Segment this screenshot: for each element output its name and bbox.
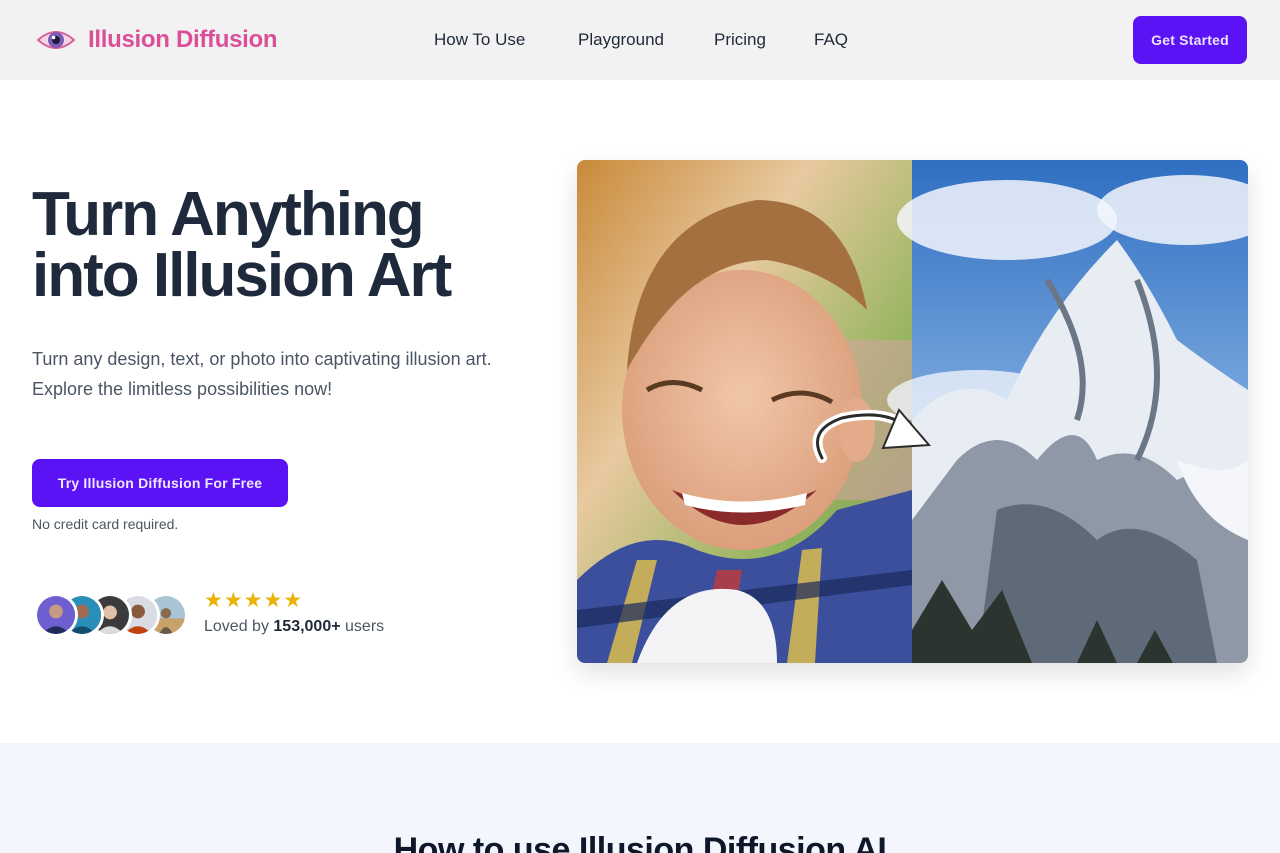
- site-header: Illusion Diffusion How To Use Playground…: [0, 0, 1280, 80]
- hero-subtitle: Turn any design, text, or photo into cap…: [32, 349, 492, 399]
- star-icon: ★: [243, 589, 263, 612]
- nav-playground[interactable]: Playground: [578, 30, 664, 50]
- get-started-button[interactable]: Get Started: [1133, 16, 1247, 64]
- no-credit-card-note: No credit card required.: [32, 516, 179, 532]
- hero-illustration: [577, 160, 1248, 663]
- section-heading: How to use Illusion Diffusion AI: [393, 831, 887, 853]
- avatar: [34, 593, 78, 637]
- user-avatars: [34, 593, 194, 637]
- hero-title: Turn Anything into Illusion Art: [32, 180, 552, 310]
- hero-title-line-1: Turn Anything: [32, 180, 425, 249]
- brand-name: Illusion Diffusion: [88, 26, 278, 53]
- star-icon: ★: [223, 589, 243, 612]
- user-count: 153,000+: [273, 618, 341, 635]
- try-free-button[interactable]: Try Illusion Diffusion For Free: [32, 459, 288, 507]
- brand-logo[interactable]: Illusion Diffusion: [36, 22, 278, 58]
- nav-faq[interactable]: FAQ: [814, 30, 848, 50]
- before-after-image: [577, 160, 1248, 663]
- star-icon: ★: [204, 589, 223, 612]
- rating-stars: ★ ★ ★ ★ ★: [204, 590, 302, 612]
- star-icon: ★: [283, 589, 303, 612]
- nav-how-to-use[interactable]: How To Use: [434, 30, 525, 50]
- nav-pricing[interactable]: Pricing: [714, 30, 766, 50]
- loved-suffix: users: [345, 618, 385, 635]
- loved-by-text: Loved by 153,000+ users: [204, 618, 384, 636]
- eye-logo-icon: [36, 31, 76, 49]
- star-icon: ★: [263, 589, 283, 612]
- hero-title-line-2: into Illusion Art: [32, 241, 452, 310]
- how-to-use-section: How to use Illusion Diffusion AI: [0, 743, 1280, 853]
- loved-prefix: Loved by: [204, 618, 269, 635]
